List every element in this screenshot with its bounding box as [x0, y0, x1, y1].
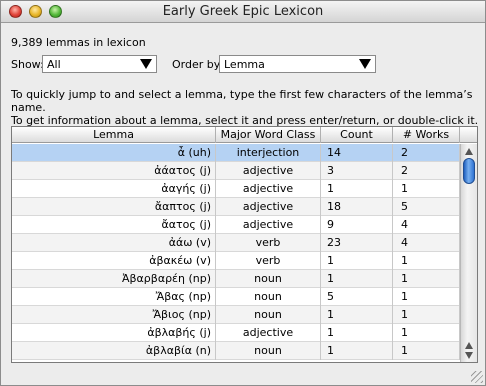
- word-class-cell: adjective: [216, 324, 321, 342]
- count-cell: 1: [321, 306, 393, 324]
- order-by-select[interactable]: Lemma: [219, 55, 376, 73]
- order-by-select-value: Lemma: [224, 58, 265, 71]
- lemma-cell: Ἀβαρβαρέη (np): [12, 270, 216, 288]
- count-cell: 3: [321, 162, 393, 180]
- lemma-cell: ἀβλαβία (n): [12, 342, 216, 360]
- count-cell: 1: [321, 324, 393, 342]
- works-cell: 1: [393, 306, 460, 324]
- word-class-cell: noun: [216, 306, 321, 324]
- lemma-cell: ἀβλαβής (j): [12, 324, 216, 342]
- works-cell: 1: [393, 180, 460, 198]
- works-cell: 1: [393, 270, 460, 288]
- count-cell: 18: [321, 198, 393, 216]
- table-row[interactable]: ἄαπτος (j) adjective 18 5: [12, 198, 460, 216]
- column-header-count[interactable]: Count: [321, 127, 393, 143]
- scrollbar-thumb[interactable]: [463, 158, 475, 184]
- scroll-up-arrow-icon[interactable]: [465, 342, 473, 349]
- word-class-cell: adjective: [216, 162, 321, 180]
- instructions-line-1: To quickly jump to and select a lemma, t…: [11, 88, 473, 114]
- works-cell: 1: [393, 252, 460, 270]
- show-label: Show:: [11, 58, 44, 71]
- lemma-cell: ἀάατος (j): [12, 162, 216, 180]
- vertical-scrollbar[interactable]: [460, 144, 477, 362]
- table-row[interactable]: Ἄβας (np) noun 5 1: [12, 288, 460, 306]
- count-cell: 23: [321, 234, 393, 252]
- word-class-cell: interjection: [216, 144, 321, 162]
- works-cell: 1: [393, 324, 460, 342]
- lemma-cell: ἀάω (v): [12, 234, 216, 252]
- works-cell: 2: [393, 144, 460, 162]
- table-row[interactable]: ἆ (uh) interjection 14 2: [12, 144, 460, 162]
- count-cell: 9: [321, 216, 393, 234]
- lemma-cell: ἆ (uh): [12, 144, 216, 162]
- word-class-cell: adjective: [216, 216, 321, 234]
- works-cell: 1: [393, 342, 460, 360]
- title-bar[interactable]: Early Greek Epic Lexicon: [1, 1, 485, 23]
- works-cell: 1: [393, 288, 460, 306]
- count-cell: 14: [321, 144, 393, 162]
- word-class-cell: verb: [216, 252, 321, 270]
- word-class-cell: verb: [216, 234, 321, 252]
- count-cell: 1: [321, 270, 393, 288]
- scroll-up-arrow-icon[interactable]: [465, 148, 473, 155]
- works-cell: 4: [393, 216, 460, 234]
- lemma-cell: Ἄβιος (np): [12, 306, 216, 324]
- lemma-cell: Ἄβας (np): [12, 288, 216, 306]
- lemma-table[interactable]: Lemma Major Word Class Count # Works ἆ (…: [11, 126, 478, 363]
- table-row[interactable]: Ἀβαρβαρέη (np) noun 1 1: [12, 270, 460, 288]
- show-select[interactable]: All: [42, 55, 157, 73]
- table-row[interactable]: Ἄβιος (np) noun 1 1: [12, 306, 460, 324]
- word-class-cell: adjective: [216, 198, 321, 216]
- word-class-cell: noun: [216, 288, 321, 306]
- show-select-value: All: [47, 58, 61, 71]
- word-class-cell: noun: [216, 342, 321, 360]
- word-class-cell: adjective: [216, 180, 321, 198]
- table-header: Lemma Major Word Class Count # Works: [12, 127, 477, 143]
- count-cell: 5: [321, 288, 393, 306]
- table-row[interactable]: ἀβλαβής (j) adjective 1 1: [12, 324, 460, 342]
- works-cell: 2: [393, 162, 460, 180]
- order-by-label: Order by:: [172, 58, 224, 71]
- table-row[interactable]: ἀβλαβία (n) noun 1 1: [12, 342, 460, 360]
- chevron-down-icon: [359, 59, 371, 69]
- chevron-down-icon: [140, 59, 152, 69]
- column-header-lemma[interactable]: Lemma: [12, 127, 216, 143]
- instructions: To quickly jump to and select a lemma, t…: [11, 88, 481, 127]
- count-cell: 1: [321, 252, 393, 270]
- table-row[interactable]: ἀάατος (j) adjective 3 2: [12, 162, 460, 180]
- table-row[interactable]: ἄατος (j) adjective 9 4: [12, 216, 460, 234]
- lemma-cell: ἀαγής (j): [12, 180, 216, 198]
- resize-grip-icon[interactable]: [471, 371, 483, 383]
- table-row[interactable]: ἀάω (v) verb 23 4: [12, 234, 460, 252]
- count-cell: 1: [321, 180, 393, 198]
- lexicon-window: Early Greek Epic Lexicon 9,389 lemmas in…: [0, 0, 486, 386]
- works-cell: 5: [393, 198, 460, 216]
- lemma-cell: ἄαπτος (j): [12, 198, 216, 216]
- lemma-cell: ἀβακέω (v): [12, 252, 216, 270]
- word-class-cell: noun: [216, 270, 321, 288]
- scroll-down-arrow-icon[interactable]: [465, 352, 473, 359]
- column-header-works[interactable]: # Works: [393, 127, 460, 143]
- works-cell: 4: [393, 234, 460, 252]
- table-row[interactable]: ἀβακέω (v) verb 1 1: [12, 252, 460, 270]
- column-header-word-class[interactable]: Major Word Class: [216, 127, 321, 143]
- lemma-count-label: 9,389 lemmas in lexicon: [11, 36, 146, 49]
- table-row[interactable]: ἀαγής (j) adjective 1 1: [12, 180, 460, 198]
- lemma-cell: ἄατος (j): [12, 216, 216, 234]
- count-cell: 1: [321, 342, 393, 360]
- window-title: Early Greek Epic Lexicon: [162, 4, 324, 19]
